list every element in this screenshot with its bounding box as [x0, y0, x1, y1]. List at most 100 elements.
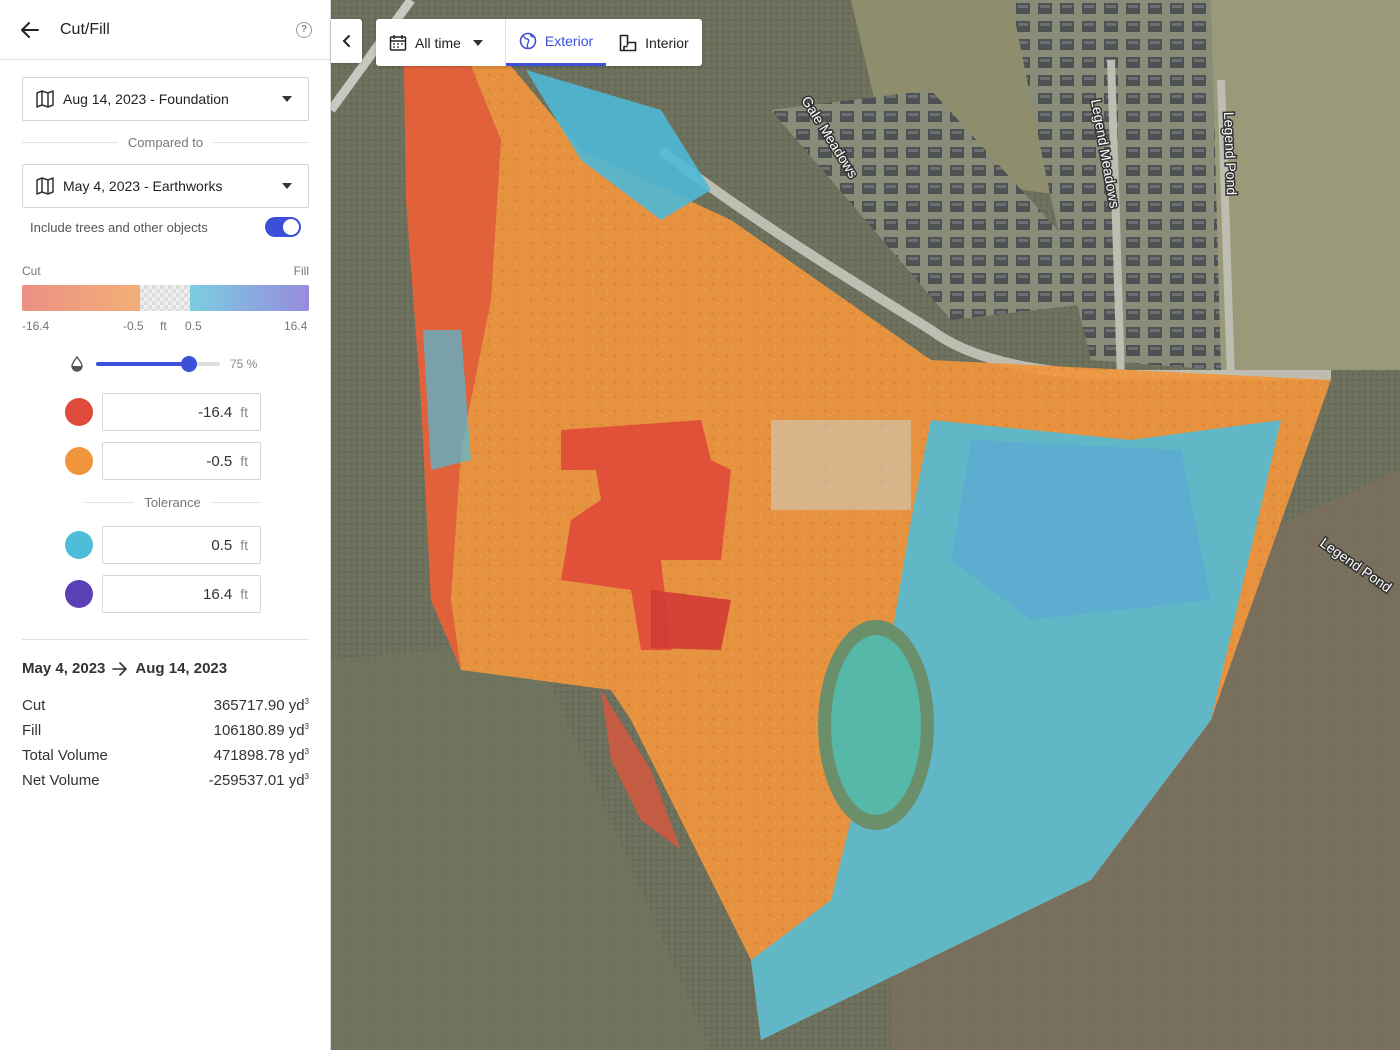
- tolerance-gradient: [140, 285, 190, 311]
- stat-net-row: Net Volume -259537.01 yd3: [22, 772, 309, 789]
- arrow-left-icon: [21, 21, 39, 38]
- fill-strong-value: 16.4: [203, 585, 233, 603]
- building-cut: [651, 590, 731, 650]
- stat-unit: yd: [288, 697, 305, 714]
- unit-label: ft: [240, 453, 248, 469]
- cut-strong-input[interactable]: -16.4 ft: [102, 393, 261, 431]
- stat-value: -259537.01: [208, 772, 285, 789]
- cut-strong-color-swatch[interactable]: [65, 398, 93, 426]
- stat-label: Total Volume: [22, 747, 108, 764]
- stat-value: 471898.78: [213, 747, 285, 764]
- legend-tick: 16.4: [284, 319, 308, 333]
- tab-interior[interactable]: Interior: [606, 19, 702, 66]
- stat-unit: yd: [288, 772, 305, 789]
- legend-tick: -16.4: [22, 319, 50, 333]
- stat-label: Cut: [22, 697, 46, 714]
- calendar-icon: [389, 34, 407, 51]
- tab-interior-label: Interior: [645, 34, 689, 51]
- stat-value-wrap: 471898.78 yd3: [214, 747, 309, 764]
- compared-to-label: Compared to: [127, 135, 204, 150]
- legend-labels: Cut Fill: [22, 264, 309, 278]
- sports-field: [831, 635, 921, 815]
- stat-cut-row: Cut 365717.90 yd3: [22, 697, 309, 714]
- stat-value: 365717.90: [213, 697, 285, 714]
- stat-label: Net Volume: [22, 772, 100, 789]
- compare-survey-label: May 4, 2023 - Earthworks: [63, 178, 223, 194]
- opacity-slider-fill: [96, 362, 189, 366]
- help-icon[interactable]: ?: [296, 21, 312, 38]
- range-to: Aug 14, 2023: [135, 660, 228, 677]
- stat-value-wrap: 106180.89 yd3: [214, 722, 309, 739]
- fill-strong-threshold: 16.4 ft: [65, 574, 261, 614]
- arrow-right-icon: [112, 661, 128, 676]
- compare-survey-select[interactable]: May 4, 2023 - Earthworks: [22, 164, 309, 208]
- fill-strong-color-swatch[interactable]: [65, 580, 93, 608]
- tolerance-divider: Tolerance: [84, 495, 261, 510]
- stat-unit-exp: 3: [304, 722, 309, 731]
- include-objects-toggle[interactable]: [265, 217, 301, 237]
- fill-light-threshold: 0.5 ft: [65, 525, 261, 565]
- cut-light-value: -0.5: [206, 452, 233, 470]
- aerial-map: Gale Meadows Legend Meadows Legend Pond …: [331, 0, 1400, 1050]
- stat-value-wrap: 365717.90 yd3: [214, 697, 309, 714]
- stat-unit: yd: [288, 722, 305, 739]
- stat-total-row: Total Volume 471898.78 yd3: [22, 747, 309, 764]
- opacity-control: 75 %: [70, 352, 270, 376]
- unit-label: ft: [240, 586, 248, 602]
- stat-fill-row: Fill 106180.89 yd3: [22, 722, 309, 739]
- unit-label: ft: [240, 404, 248, 420]
- legend-tick: -0.5: [123, 319, 144, 333]
- street-label: Legend Pond: [1221, 112, 1240, 196]
- date-range-title: May 4, 2023 Aug 14, 2023: [22, 660, 227, 677]
- map-icon: [36, 90, 54, 108]
- toggle-knob: [283, 219, 299, 235]
- fill-gradient: [190, 285, 309, 311]
- stat-label: Fill: [22, 722, 42, 739]
- legend-tick: 0.5: [185, 319, 202, 333]
- opacity-slider-thumb[interactable]: [181, 356, 197, 372]
- primary-survey-label: Aug 14, 2023 - Foundation: [63, 91, 229, 107]
- time-filter-dropdown[interactable]: All time: [376, 19, 506, 66]
- collapse-panel-button[interactable]: [331, 19, 362, 63]
- fill-label: Fill: [293, 264, 309, 278]
- compared-to-divider: Compared to: [22, 135, 309, 150]
- cut-light-color-swatch[interactable]: [65, 447, 93, 475]
- chevron-down-icon: [282, 183, 292, 189]
- range-from: May 4, 2023: [22, 660, 106, 677]
- include-objects-row: Include trees and other objects: [30, 215, 301, 239]
- floorplan-icon: [619, 34, 637, 51]
- opacity-value: 75 %: [230, 357, 258, 371]
- opacity-slider[interactable]: [96, 356, 220, 372]
- cut-light-input[interactable]: -0.5 ft: [102, 442, 261, 480]
- unit-label: ft: [240, 537, 248, 553]
- stat-unit-exp: 3: [304, 747, 309, 756]
- stat-value-wrap: -259537.01 yd3: [209, 772, 309, 789]
- fill-strong-input[interactable]: 16.4 ft: [102, 575, 261, 613]
- panel-title: Cut/Fill: [60, 20, 110, 38]
- tab-exterior-label: Exterior: [544, 33, 594, 49]
- cut-gradient: [22, 285, 140, 311]
- stat-unit: yd: [288, 747, 305, 764]
- include-objects-label: Include trees and other objects: [30, 219, 208, 235]
- chevron-down-icon: [472, 39, 483, 46]
- stat-unit-exp: 3: [304, 772, 309, 781]
- cut-strong-threshold: -16.4 ft: [65, 392, 261, 432]
- back-button[interactable]: [18, 18, 42, 42]
- fill-light-color-swatch[interactable]: [65, 531, 93, 559]
- cut-label: Cut: [22, 264, 41, 278]
- cut-fill-gradient: [22, 285, 309, 311]
- cut-fill-panel: Cut/Fill ? Aug 14, 2023 - Foundation Com…: [0, 0, 331, 1050]
- map-viewport[interactable]: Gale Meadows Legend Meadows Legend Pond …: [331, 0, 1400, 1050]
- globe-icon: [519, 32, 537, 50]
- tab-exterior[interactable]: Exterior: [505, 19, 607, 66]
- chevron-left-icon: [342, 35, 350, 47]
- fill-light-input[interactable]: 0.5 ft: [102, 526, 261, 564]
- fill-light-value: 0.5: [211, 536, 233, 554]
- parking-lot: [771, 420, 911, 510]
- cut-light-threshold: -0.5 ft: [65, 441, 261, 481]
- chevron-down-icon: [282, 96, 292, 102]
- cut-strong-value: -16.4: [198, 403, 233, 421]
- primary-survey-select[interactable]: Aug 14, 2023 - Foundation: [22, 77, 309, 121]
- panel-header: Cut/Fill ?: [0, 0, 330, 60]
- tolerance-label: Tolerance: [144, 495, 201, 510]
